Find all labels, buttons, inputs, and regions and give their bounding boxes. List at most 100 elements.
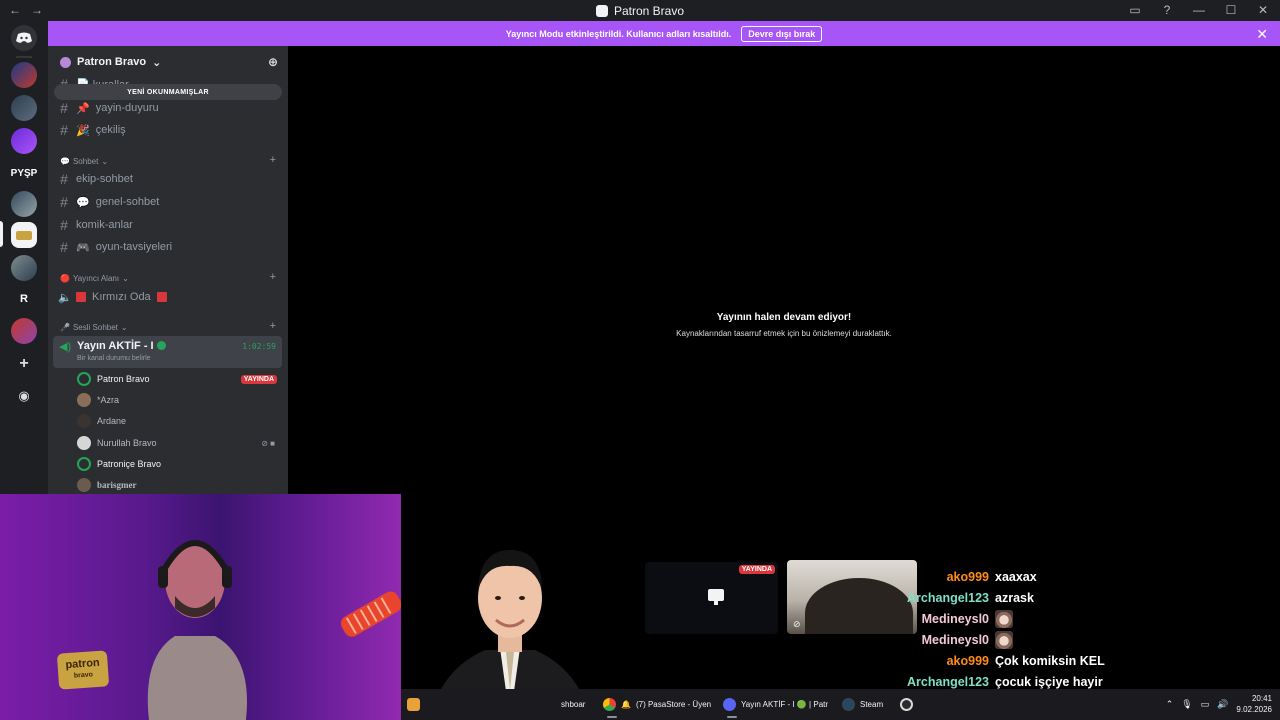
- channel-genel-sohbet[interactable]: # 💬 genel-sohbet: [58, 192, 159, 212]
- channel-komik-anlar[interactable]: # komik-anlar: [58, 215, 133, 235]
- channel-oyun-tavsiyeleri[interactable]: # 🎮 oyun-tavsiyeleri: [58, 237, 172, 257]
- disable-streamer-mode-button[interactable]: Devre dışı bırak: [741, 25, 823, 42]
- obs-icon: [900, 698, 913, 711]
- avatar: [77, 478, 91, 492]
- voice-member[interactable]: Patron Bravo YAYINDA: [77, 370, 277, 388]
- speaker-icon: ◀): [59, 341, 72, 353]
- add-server-icon[interactable]: +: [11, 351, 37, 377]
- chat-text: xaaxax: [995, 569, 1037, 584]
- clock-time: 20:41: [1251, 694, 1272, 703]
- avatar: [77, 372, 91, 386]
- inbox-icon[interactable]: ▭: [1128, 3, 1142, 17]
- discord-home-icon[interactable]: [11, 25, 37, 51]
- bell-icon: 🔔: [621, 700, 631, 709]
- chevron-down-icon: ⌄: [120, 322, 128, 332]
- task-label: shboar: [561, 700, 586, 709]
- voice-member[interactable]: barisgmer: [77, 476, 277, 494]
- red-square-icon: [156, 292, 167, 302]
- taskbar-app-dashboard[interactable]: shboar: [561, 694, 585, 715]
- channel-label: komik-anlar: [76, 219, 133, 231]
- server-icon-r[interactable]: R: [11, 286, 37, 312]
- category-yayinci-alani[interactable]: 🔴 Yayıncı Alanı ⌄: [60, 271, 129, 285]
- server-icon-round[interactable]: [11, 191, 37, 217]
- cat-emote-icon: [995, 609, 1013, 628]
- server-icon-face[interactable]: [11, 255, 37, 281]
- red-lamp: [340, 591, 401, 637]
- chat-message: Archangel123 azrask: [907, 587, 1034, 608]
- voice-channel-kirmizi-oda[interactable]: 🔈 Kırmızı Oda: [58, 287, 167, 307]
- hash-icon: #: [60, 217, 68, 233]
- guild-name: Patron Bravo: [77, 56, 147, 68]
- stream-tile-camera[interactable]: ⊘: [787, 560, 917, 634]
- voice-member[interactable]: Ardane: [77, 412, 277, 430]
- voice-channel-yayin-aktif[interactable]: ◀) Yayın AKTİF - I 1:02:59 Bir kanal dur…: [53, 336, 282, 368]
- window-title-text: Patron Bravo: [613, 3, 685, 18]
- chat-message: Medineysl0: [922, 629, 1013, 650]
- camera-person: [805, 578, 913, 634]
- taskbar-app-discord[interactable]: Yayın AKTİF - I 🟢 | Patr: [723, 694, 828, 715]
- muted-camera-icons: ⊘ ■: [261, 438, 275, 448]
- add-channel-icon[interactable]: +: [270, 320, 276, 332]
- patron-logo-icon: [16, 230, 32, 240]
- window-title: Patron Bravo: [0, 0, 1280, 21]
- taskbar-app-obs[interactable]: [900, 694, 913, 715]
- task-indicator: [607, 716, 617, 718]
- server-icon-pysp[interactable]: PYŞP: [11, 160, 38, 186]
- discord-logo-icon: [16, 32, 32, 43]
- explore-compass-icon[interactable]: ◉: [11, 383, 37, 409]
- streamer-silhouette: [147, 540, 247, 720]
- category-sesli-sohbet[interactable]: 🎤 Sesli Sohbet ⌄: [60, 320, 128, 334]
- live-badge: YAYINDA: [240, 374, 277, 384]
- add-channel-icon[interactable]: +: [270, 271, 276, 283]
- maximize-button[interactable]: ☐: [1224, 3, 1238, 17]
- server-icon-razor[interactable]: [11, 62, 37, 88]
- channel-emoji: 🎉: [76, 124, 90, 137]
- category-sohbet[interactable]: 💬 Sohbet ⌄: [60, 154, 108, 168]
- member-name: Patroniçe Bravo: [97, 459, 162, 469]
- system-tray: ⌃ 🎙 ▭ 🔊 20:41 9.02.2026: [1166, 693, 1272, 715]
- server-icon-garcia[interactable]: [11, 318, 37, 344]
- category-emoji: 💬: [60, 156, 70, 166]
- tray-chevron-icon[interactable]: ⌃: [1166, 699, 1174, 710]
- channel-label: Kırmızı Oda: [92, 291, 151, 303]
- stream-tile-screen[interactable]: YAYINDA: [645, 562, 778, 634]
- avatar: [77, 393, 91, 407]
- server-icon-patron-bravo[interactable]: [11, 222, 37, 248]
- help-icon[interactable]: ?: [1160, 3, 1174, 17]
- channel-yayin-duyuru[interactable]: # 📌 yayin-duyuru: [58, 98, 159, 118]
- channel-sidebar: Patron Bravo ⌄ ⊕ # 📄 kurallar YENİ OKUNM…: [48, 46, 288, 494]
- server-icon-purple[interactable]: [11, 128, 37, 154]
- server-icon-dark[interactable]: [11, 95, 37, 121]
- task-label: Yayın AKTİF - I 🟢 | Patr: [741, 700, 829, 709]
- voice-member[interactable]: Patroniçe Bravo: [77, 455, 277, 473]
- chat-username: ako999: [946, 653, 989, 668]
- patron-bravo-logo: patron bravo: [56, 650, 110, 690]
- volume-icon[interactable]: 🔊: [1217, 699, 1228, 710]
- channel-status[interactable]: Bir kanal durumu belirle: [77, 355, 151, 362]
- taskbar-app-steam[interactable]: Steam: [842, 694, 883, 715]
- clock[interactable]: 20:41 9.02.2026: [1236, 693, 1272, 715]
- avatar: [77, 414, 91, 428]
- member-name: Ardane: [97, 416, 127, 426]
- chat-text: çocuk işçiye hayir: [995, 674, 1103, 689]
- logo-text-bottom: bravo: [73, 671, 94, 680]
- channel-label: yayin-duyuru: [95, 102, 159, 114]
- channel-ekip-sohbet[interactable]: # ekip-sohbet: [58, 169, 133, 189]
- add-channel-icon[interactable]: +: [270, 154, 276, 166]
- microphone-icon[interactable]: 🎙: [1181, 699, 1192, 710]
- minimize-button[interactable]: —: [1192, 3, 1206, 17]
- app-icon: [407, 698, 420, 711]
- close-window-button[interactable]: ✕: [1256, 3, 1270, 17]
- task-label: Steam: [860, 700, 884, 709]
- channel-cekilis[interactable]: # 🎉 çekiliş: [58, 120, 126, 140]
- channel-label: genel-sohbet: [95, 196, 160, 208]
- voice-member[interactable]: *Azra: [77, 391, 277, 409]
- taskbar-app-file[interactable]: [407, 694, 420, 715]
- chat-username: Archangel123: [907, 590, 989, 605]
- banner-close-icon[interactable]: ✕: [1256, 26, 1268, 43]
- invite-people-icon[interactable]: ⊕: [268, 55, 278, 69]
- display-icon[interactable]: ▭: [1201, 699, 1210, 710]
- taskbar-app-chrome[interactable]: 🔔 (7) PasaStore - Üyen: [603, 694, 711, 715]
- voice-member[interactable]: Nurullah Bravo ⊘ ■: [77, 434, 277, 452]
- voice-timer: 1:02:59: [242, 342, 276, 351]
